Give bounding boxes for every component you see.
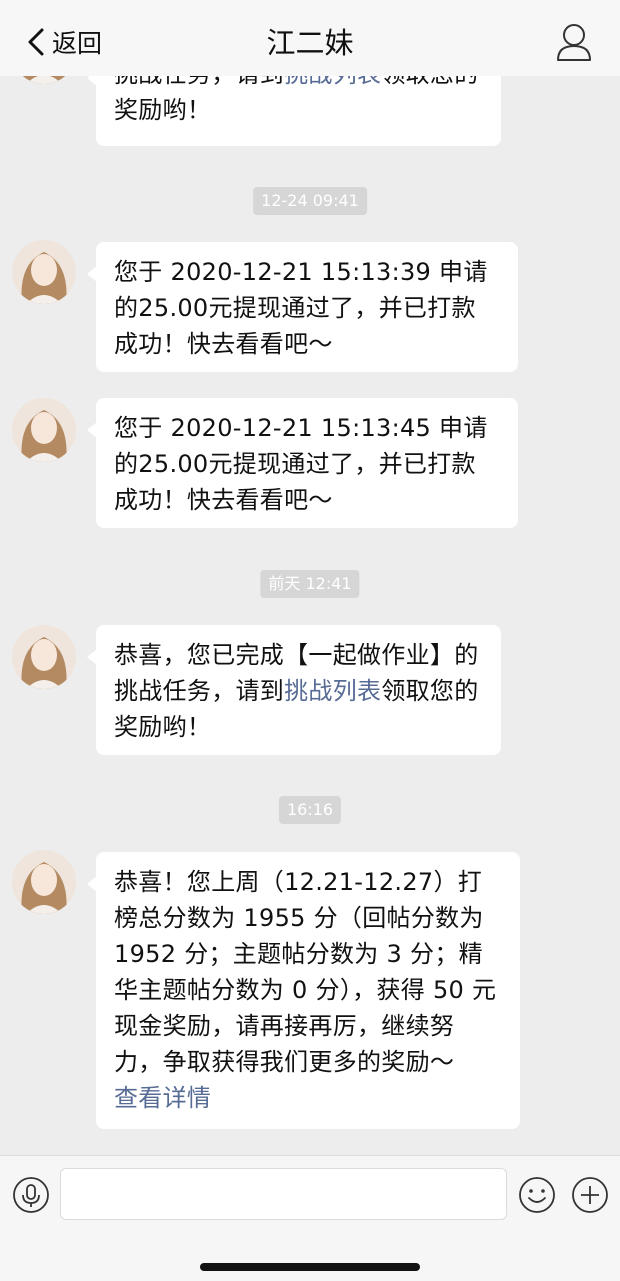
sender-avatar[interactable] (12, 625, 76, 689)
timestamp: 16:16 (278, 796, 342, 824)
more-options-button[interactable] (571, 1176, 609, 1214)
timestamp: 前天 12:41 (260, 570, 360, 598)
timestamp: 12-24 09:41 (253, 187, 367, 215)
challenge-list-link[interactable]: 挑战列表 (284, 677, 381, 705)
nav-header: 返回 江二妹 (0, 0, 620, 76)
input-bar (0, 1155, 620, 1281)
message-bubble[interactable]: 您于 2020-12-21 15:13:45 申请的25.00元提现通过了，并已… (87, 398, 518, 528)
message-bubble[interactable]: 恭喜，您已完成【一起做作业】的挑战任务，请到挑战列表领取您的奖励哟！ (87, 625, 501, 755)
voice-input-button[interactable] (12, 1176, 50, 1214)
person-icon (557, 24, 591, 61)
message-bubble[interactable]: 您于 2020-12-21 15:13:39 申请的25.00元提现通过了，并已… (87, 242, 518, 372)
emoji-button[interactable] (518, 1176, 556, 1214)
sender-avatar[interactable] (12, 398, 76, 462)
microphone-icon (13, 1177, 49, 1213)
chat-title: 江二妹 (266, 26, 354, 60)
plus-circle-icon (572, 1177, 608, 1213)
view-details-link[interactable]: 查看详情 (114, 1084, 211, 1112)
smiley-icon (519, 1177, 555, 1213)
message-text: 您于 2020-12-21 15:13:45 申请的25.00元提现通过了，并已… (114, 414, 488, 514)
message-input[interactable] (60, 1168, 507, 1220)
message-bubble[interactable]: 恭喜！您上周（12.21-12.27）打榜总分数为 1955 分（回帖分数为 1… (87, 852, 520, 1129)
message-list[interactable]: 挑战任务，请到挑战列表领取您的奖励哟！ 12-24 09:41 您于 2020-… (0, 0, 620, 1155)
message-text: 恭喜！您上周（12.21-12.27）打榜总分数为 1955 分（回帖分数为 1… (114, 868, 497, 1076)
message-text: 您于 2020-12-21 15:13:39 申请的25.00元提现通过了，并已… (114, 258, 488, 358)
sender-avatar[interactable] (12, 240, 76, 304)
sender-avatar[interactable] (12, 850, 76, 914)
profile-button[interactable] (556, 22, 592, 62)
home-indicator[interactable] (200, 1263, 420, 1271)
